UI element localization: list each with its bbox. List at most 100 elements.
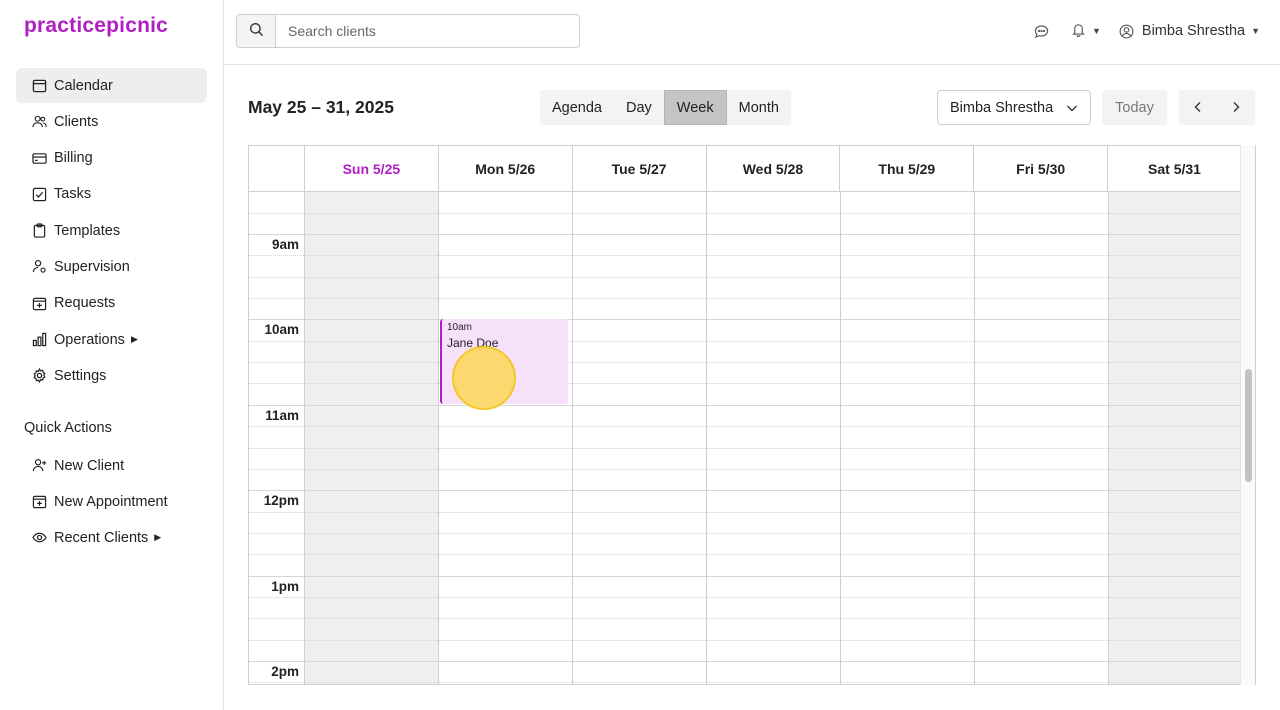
sidebar: practicepicnic Calendar Clients Billing … bbox=[0, 0, 224, 710]
slot-gridline bbox=[975, 340, 1108, 342]
slot-gridline bbox=[841, 340, 974, 342]
hour-gridline bbox=[1109, 661, 1242, 662]
day-header-fri[interactable]: Fri 5/30 bbox=[974, 146, 1109, 192]
time-gutter-header bbox=[249, 146, 305, 192]
day-header-sat[interactable]: Sat 5/31 bbox=[1108, 146, 1242, 192]
slot-gridline bbox=[841, 298, 974, 300]
hour-gridline bbox=[573, 234, 706, 235]
slot-gridline bbox=[305, 554, 438, 556]
slot-gridline bbox=[573, 426, 706, 428]
day-column-thu[interactable] bbox=[841, 192, 975, 684]
provider-select-value: Bimba Shrestha bbox=[950, 99, 1054, 116]
sidebar-item-label: Billing bbox=[54, 150, 93, 167]
slot-gridline bbox=[439, 447, 572, 449]
slot-gridline bbox=[707, 340, 840, 342]
day-column-sun[interactable] bbox=[305, 192, 439, 684]
slot-gridline bbox=[573, 554, 706, 556]
chat-icon[interactable] bbox=[1034, 24, 1049, 39]
slot-gridline bbox=[975, 511, 1108, 513]
hour-gridline bbox=[1109, 490, 1242, 492]
slot-gridline bbox=[841, 212, 974, 214]
quick-action-new-client[interactable]: New Client bbox=[16, 448, 207, 483]
day-column-tue[interactable] bbox=[573, 192, 707, 684]
caret-down-icon: ▼ bbox=[1091, 26, 1101, 36]
slot-gridline bbox=[707, 276, 840, 278]
day-column-mon[interactable] bbox=[439, 192, 573, 684]
sidebar-item-templates[interactable]: Templates bbox=[16, 213, 207, 248]
provider-select[interactable]: Bimba Shrestha bbox=[937, 90, 1091, 125]
hour-gridline bbox=[1109, 234, 1242, 235]
day-header-sun[interactable]: Sun 5/25 bbox=[305, 146, 439, 192]
sidebar-item-requests[interactable]: Requests bbox=[16, 286, 207, 321]
quick-action-recent-clients[interactable]: Recent Clients ▶ bbox=[16, 520, 207, 555]
calendar-scrollbar[interactable] bbox=[1240, 145, 1255, 685]
clipboard-icon bbox=[32, 223, 47, 238]
today-button[interactable]: Today bbox=[1102, 90, 1167, 125]
hour-gridline bbox=[975, 234, 1108, 235]
slot-gridline bbox=[1109, 554, 1242, 556]
day-header-wed[interactable]: Wed 5/28 bbox=[707, 146, 841, 192]
caret-down-icon: ▼ bbox=[1251, 26, 1260, 36]
slot-gridline bbox=[573, 682, 706, 684]
slot-gridline bbox=[1109, 639, 1242, 641]
slot-gridline bbox=[249, 383, 304, 385]
slot-gridline bbox=[1109, 212, 1242, 214]
hour-gridline bbox=[305, 575, 438, 577]
sidebar-item-supervision[interactable]: Supervision bbox=[16, 249, 207, 284]
view-week-button[interactable]: Week bbox=[663, 90, 727, 125]
day-header-tue[interactable]: Tue 5/27 bbox=[573, 146, 707, 192]
view-day-button[interactable]: Day bbox=[614, 90, 664, 125]
hour-gridline bbox=[1109, 319, 1242, 321]
eye-icon bbox=[32, 530, 47, 545]
sidebar-item-tasks[interactable]: Tasks bbox=[16, 177, 207, 212]
view-agenda-button[interactable]: Agenda bbox=[540, 90, 614, 125]
hour-label: 1pm bbox=[271, 578, 299, 594]
sidebar-item-operations[interactable]: Operations ▶ bbox=[16, 322, 207, 357]
user-menu[interactable]: Bimba Shrestha ▼ bbox=[1119, 23, 1260, 39]
event-client-name: Jane Doe bbox=[447, 336, 499, 350]
day-column-wed[interactable] bbox=[707, 192, 841, 684]
slot-gridline bbox=[975, 532, 1108, 534]
hour-gridline bbox=[841, 575, 974, 577]
search-input[interactable] bbox=[276, 15, 579, 47]
slot-gridline bbox=[1109, 682, 1242, 684]
gear-icon bbox=[32, 368, 47, 384]
search-button[interactable] bbox=[237, 15, 276, 47]
slot-gridline bbox=[975, 426, 1108, 428]
app-logo[interactable]: practicepicnic bbox=[24, 14, 168, 38]
slot-gridline bbox=[305, 682, 438, 684]
view-switcher: Agenda Day Week Month bbox=[540, 90, 791, 125]
quick-actions: New Client New Appointment Recent Client… bbox=[16, 448, 207, 556]
slot-gridline bbox=[1109, 340, 1242, 342]
slot-gridline bbox=[249, 255, 304, 257]
hour-gridline bbox=[975, 575, 1108, 577]
day-column-sat[interactable] bbox=[1109, 192, 1243, 684]
day-column-fri[interactable] bbox=[975, 192, 1109, 684]
slot-gridline bbox=[305, 340, 438, 342]
notifications-button[interactable]: ▼ bbox=[1071, 22, 1101, 40]
sidebar-item-billing[interactable]: Billing bbox=[16, 141, 207, 176]
slot-gridline bbox=[249, 596, 304, 598]
scrollbar-thumb[interactable] bbox=[1245, 369, 1252, 482]
view-month-button[interactable]: Month bbox=[727, 90, 791, 125]
sidebar-item-calendar[interactable]: Calendar bbox=[16, 68, 207, 103]
slot-gridline bbox=[305, 639, 438, 641]
sidebar-item-settings[interactable]: Settings bbox=[16, 358, 207, 393]
slot-gridline bbox=[707, 682, 840, 684]
sidebar-item-clients[interactable]: Clients bbox=[16, 104, 207, 139]
slot-gridline bbox=[439, 639, 572, 641]
prev-week-button[interactable] bbox=[1179, 90, 1217, 125]
slot-gridline bbox=[707, 298, 840, 300]
calendar-icon bbox=[32, 78, 47, 93]
hour-gridline bbox=[439, 404, 572, 406]
slot-gridline bbox=[573, 618, 706, 620]
date-range-title: May 25 – 31, 2025 bbox=[248, 97, 394, 117]
slot-gridline bbox=[975, 383, 1108, 385]
slot-gridline bbox=[1109, 532, 1242, 534]
next-week-button[interactable] bbox=[1217, 90, 1255, 125]
day-header-mon[interactable]: Mon 5/26 bbox=[439, 146, 573, 192]
sidebar-item-label: Supervision bbox=[54, 258, 130, 275]
quick-action-new-appointment[interactable]: New Appointment bbox=[16, 484, 207, 519]
slot-gridline bbox=[1109, 362, 1242, 364]
day-header-thu[interactable]: Thu 5/29 bbox=[840, 146, 975, 192]
